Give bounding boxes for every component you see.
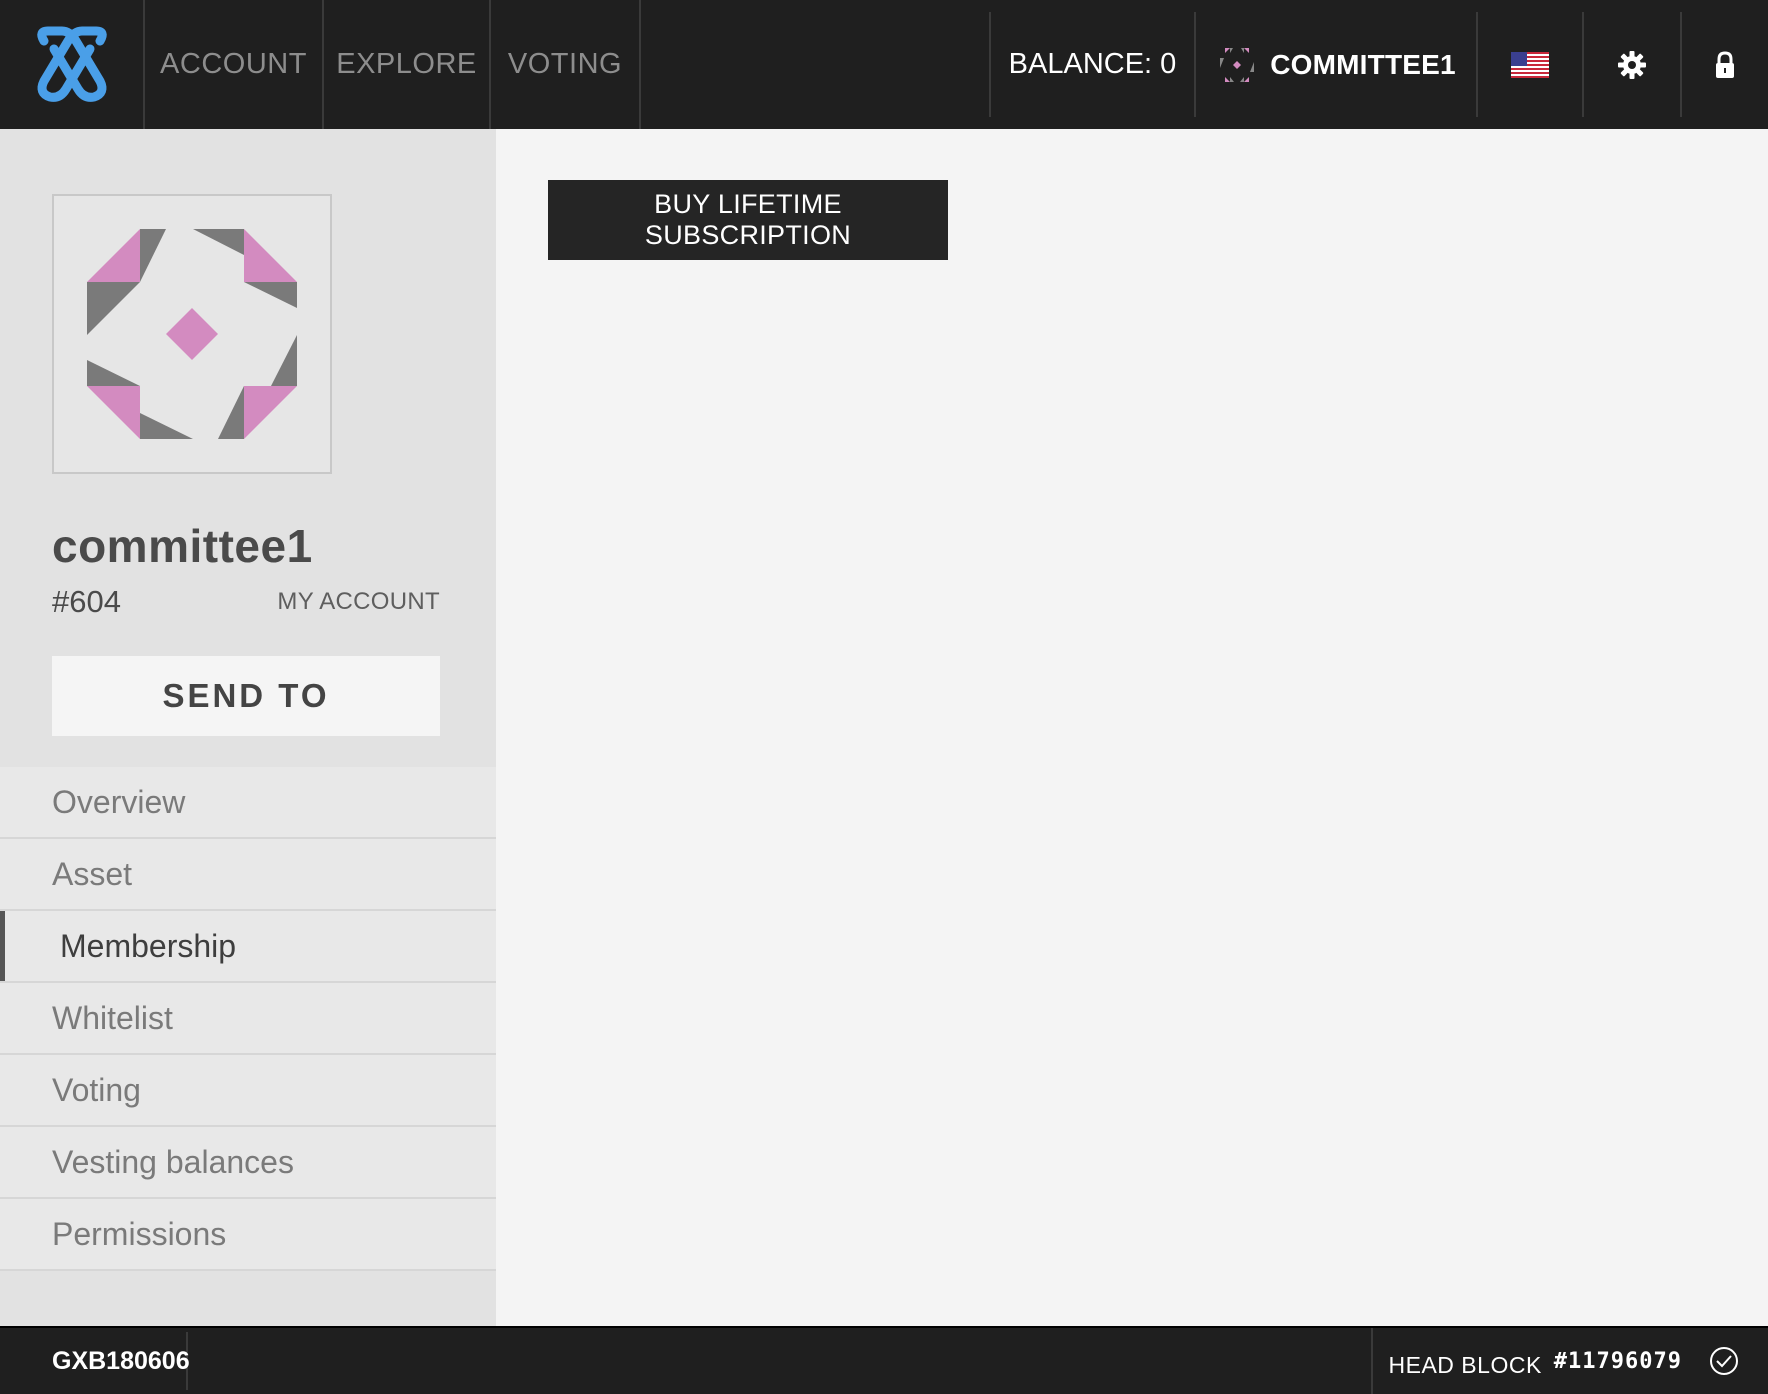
current-account-name: COMMITTEE1: [1270, 48, 1456, 80]
nav-account[interactable]: ACCOUNT: [145, 0, 324, 129]
nav-explore[interactable]: EXPLORE: [324, 0, 491, 129]
send-to-button[interactable]: SEND TO: [52, 656, 440, 736]
account-avatar-icon: [1220, 47, 1255, 82]
main-content: BUY LIFETIME SUBSCRIPTION: [496, 129, 1768, 1326]
us-flag-icon: [1511, 51, 1549, 78]
balance-display[interactable]: BALANCE: 0: [989, 12, 1194, 117]
account-name: committee1: [52, 520, 313, 572]
version-label: GXB180606: [0, 1332, 190, 1390]
lock-wallet-button[interactable]: [1680, 12, 1768, 117]
account-menu: Overview Asset Membership Whitelist Voti…: [0, 767, 496, 1271]
current-account-button[interactable]: COMMITTEE1: [1194, 12, 1476, 117]
top-navigation-bar: ACCOUNT EXPLORE VOTING BALANCE: 0 COMMIT…: [0, 0, 1768, 129]
menu-item-whitelist[interactable]: Whitelist: [0, 983, 496, 1055]
menu-item-overview[interactable]: Overview: [0, 767, 496, 839]
account-avatar: [52, 194, 332, 474]
head-block-label: HEAD BLOCK: [1388, 1351, 1542, 1378]
connected-check-icon: [1710, 1347, 1738, 1375]
menu-item-vesting-balances[interactable]: Vesting balances: [0, 1127, 496, 1199]
head-block-status: HEAD BLOCK #11796079: [1370, 1328, 1768, 1394]
account-id: #604: [52, 584, 121, 619]
language-selector[interactable]: [1476, 12, 1582, 117]
gear-icon: [1618, 50, 1646, 79]
menu-item-permissions[interactable]: Permissions: [0, 1199, 496, 1271]
nav-voting[interactable]: VOTING: [491, 0, 641, 129]
head-block-number: #11796079: [1553, 1348, 1682, 1374]
menu-item-voting[interactable]: Voting: [0, 1055, 496, 1127]
menu-item-asset[interactable]: Asset: [0, 839, 496, 911]
status-footer: GXB180606 HEAD BLOCK #11796079: [0, 1326, 1768, 1394]
menu-item-membership[interactable]: Membership: [0, 911, 496, 983]
account-sidebar: committee1 #604 MY ACCOUNT SEND TO Overv…: [0, 129, 496, 1326]
buy-lifetime-subscription-button[interactable]: BUY LIFETIME SUBSCRIPTION: [548, 180, 948, 260]
account-profile: committee1 #604 MY ACCOUNT SEND TO: [0, 129, 496, 767]
settings-button[interactable]: [1582, 12, 1680, 117]
my-account-link[interactable]: MY ACCOUNT: [266, 588, 440, 616]
lock-icon: [1716, 50, 1734, 78]
gxchain-logo-icon[interactable]: [0, 0, 145, 129]
